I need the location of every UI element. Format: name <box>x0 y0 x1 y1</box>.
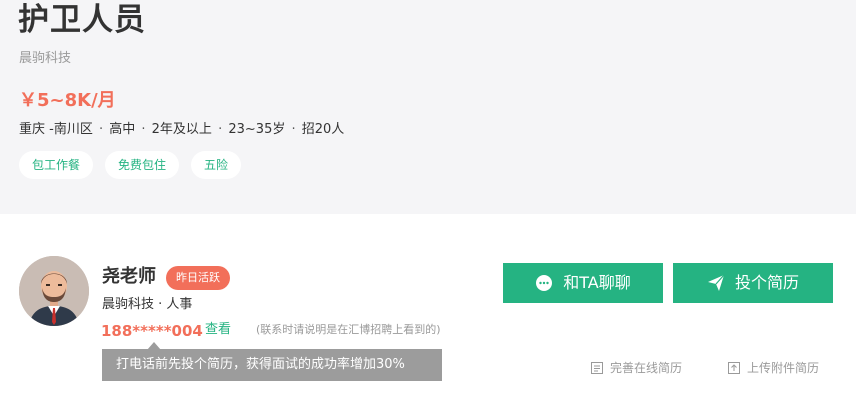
call-tip-tooltip: 打电话前先投个简历，获得面试的成功率增加30% <box>102 349 442 381</box>
upload-resume-link[interactable]: 上传附件简历 <box>727 359 819 377</box>
requirement-education: 高中 <box>109 122 136 137</box>
requirement-separator: · <box>141 122 150 137</box>
benefit-tag: 五险 <box>191 151 242 179</box>
requirement-headcount: 招20人 <box>301 122 345 137</box>
requirement-separator: · <box>98 122 108 137</box>
send-resume-button[interactable]: 投个简历 <box>673 263 833 303</box>
benefit-tags: 包工作餐 免费包住 五险 <box>19 151 242 179</box>
document-icon <box>590 361 604 375</box>
chat-button[interactable]: 和TA聊聊 <box>503 263 663 303</box>
requirement-experience: 2年及以上 <box>151 122 212 137</box>
avatar-illustration <box>19 256 89 326</box>
chat-button-label: 和TA聊聊 <box>563 273 631 292</box>
view-phone-link[interactable]: 查看 <box>205 321 231 339</box>
chat-bubble-icon <box>535 274 553 292</box>
recruiter-avatar <box>19 256 89 326</box>
recruiter-phone: 188*****004 <box>101 322 203 340</box>
online-resume-label: 完善在线简历 <box>610 361 683 375</box>
job-header: 护卫人员 晨驹科技 ￥5~8K/月 重庆 -南川区 · 高中 · 2年及以上 ·… <box>0 0 856 214</box>
contact-note: (联系时请说明是在汇博招聘上看到的) <box>256 323 441 336</box>
benefit-tag: 包工作餐 <box>19 151 94 179</box>
paper-plane-icon <box>707 274 725 292</box>
job-title: 护卫人员 <box>18 2 146 38</box>
requirement-location: 重庆 -南川区 <box>19 122 93 137</box>
requirement-separator: · <box>291 122 296 137</box>
upload-resume-label: 上传附件简历 <box>747 361 820 375</box>
benefit-tag: 免费包住 <box>105 151 180 179</box>
send-resume-button-label: 投个简历 <box>734 273 799 292</box>
job-requirements: 重庆 -南川区 · 高中 · 2年及以上 · 23~35岁 · 招20人 <box>19 121 344 139</box>
recruiter-company-role: 晨驹科技 · 人事 <box>102 297 193 312</box>
recruiter-name: 尧老师 <box>102 266 156 287</box>
active-status-badge: 昨日活跃 <box>166 266 230 290</box>
salary: ￥5~8K/月 <box>19 90 116 111</box>
upload-icon <box>727 361 741 375</box>
requirement-age: 23~35岁 <box>228 122 286 137</box>
requirement-separator: · <box>218 122 223 137</box>
complete-online-resume-link[interactable]: 完善在线简历 <box>590 359 682 377</box>
company-name[interactable]: 晨驹科技 <box>19 50 71 68</box>
